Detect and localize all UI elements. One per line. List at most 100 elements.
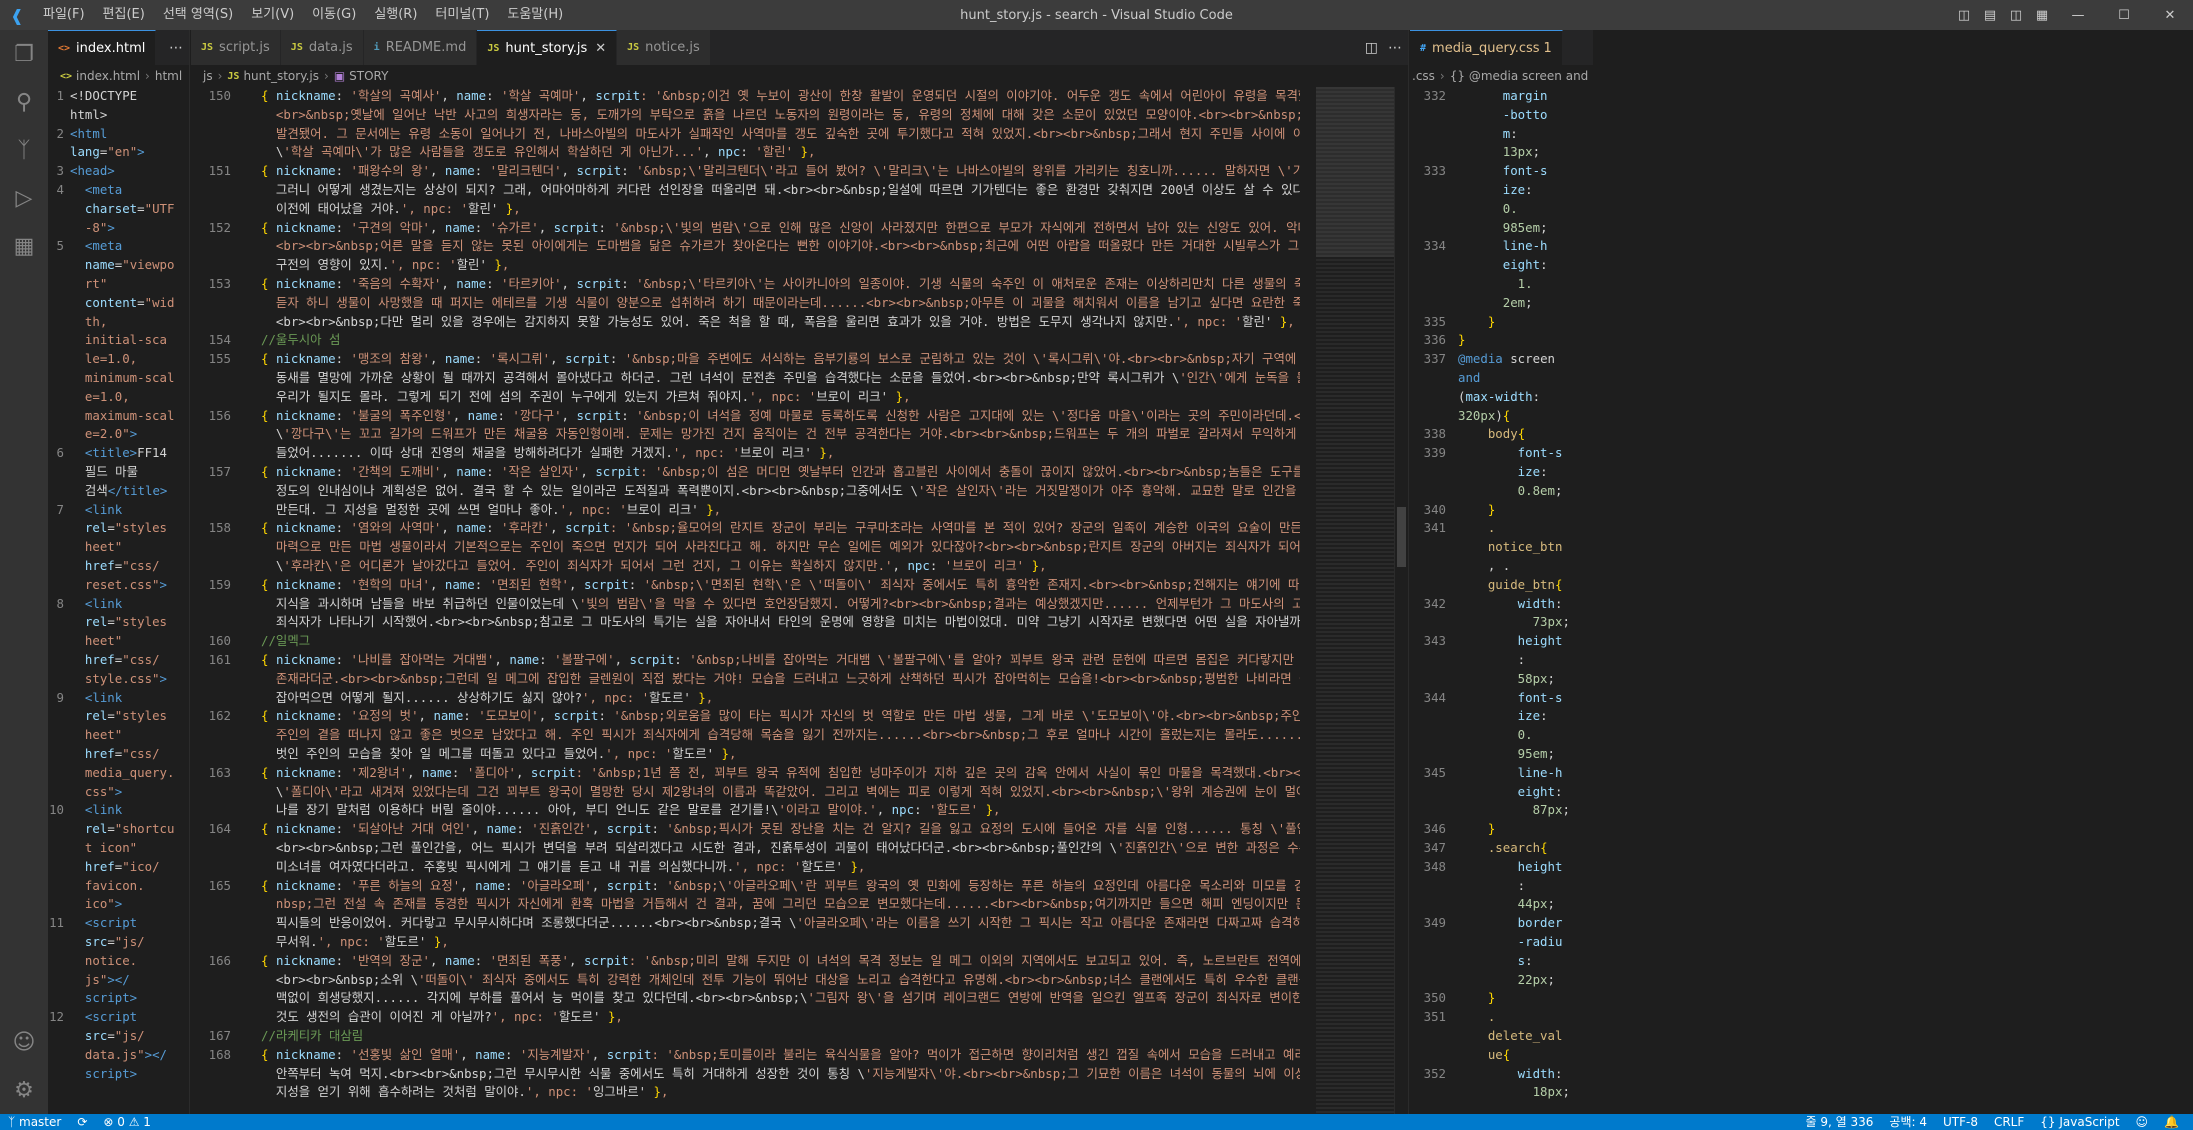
title-bar: ❰ 파일(F) 편집(E) 선택 영역(S) 보기(V) 이동(G) 실행(R) 터미널(T…: [0, 0, 2193, 30]
code-line: 1.: [1458, 275, 1593, 294]
breadcrumb-symbol[interactable]: STORY: [349, 69, 388, 83]
settings-gear-icon[interactable]: ⚙: [0, 1066, 48, 1114]
tab-notice-js[interactable]: JS notice.js: [617, 30, 711, 65]
problems-indicator[interactable]: ⊗ 0 ⚠ 1: [95, 1114, 159, 1130]
tab-script-js[interactable]: JS script.js: [191, 30, 281, 65]
menu-item[interactable]: 도움말(H): [498, 0, 572, 30]
code-line: \'학살 곡예마\'가 많은 사람들을 갱도로 유인해서 학살하던 게 아닌가.…: [261, 144, 816, 160]
right-code-area[interactable]: 332 margin -botto m: 13px; 333 font-s ize…: [1410, 87, 1593, 1114]
close-tab-icon[interactable]: ✕: [595, 41, 606, 56]
line-number: 12: [49, 1009, 64, 1025]
code-token: href: [70, 652, 115, 667]
menu-item[interactable]: 터미널(T): [426, 0, 498, 30]
code-line: <script: [70, 1008, 189, 1027]
code-line: 0.: [1458, 200, 1593, 219]
menu-item[interactable]: 편집(E): [94, 0, 154, 30]
code-token: 22px: [1458, 971, 1548, 987]
line-number: 337: [1423, 351, 1446, 367]
vertical-scrollbar[interactable]: [1394, 87, 1408, 1114]
code-line: 18px;: [1458, 1083, 1593, 1102]
line-number: 151: [208, 163, 231, 179]
code-token: 2em: [1458, 294, 1526, 310]
extensions-icon[interactable]: ▦: [0, 222, 48, 270]
code-line: 13px;: [1458, 143, 1593, 162]
menu-item[interactable]: 보기(V): [242, 0, 303, 30]
code-line: delete_val: [1458, 1027, 1593, 1046]
code-line: <br><br>&nbsp;어른 말을 듣지 않는 못된 아이에게는 도마뱀을 …: [275, 238, 1300, 254]
search-icon[interactable]: ⚲: [0, 78, 48, 126]
maximize-button[interactable]: ☐: [2101, 8, 2147, 23]
main-code-area[interactable]: 150 { nickname: '학살의 곡예사', name: '학살 곡예마'…: [191, 87, 1408, 1114]
code-token: 18px: [1458, 1084, 1563, 1100]
breadcrumb-symbol[interactable]: {} @media screen and (max-width...: [1450, 69, 1593, 83]
menu-item[interactable]: 실행(R): [365, 0, 426, 30]
code-token: .: [1458, 1009, 1496, 1025]
toggle-primary-sidebar-icon[interactable]: ◫: [1953, 8, 1975, 23]
encoding[interactable]: UTF-8: [1935, 1114, 1986, 1130]
remote-branch[interactable]: ᛉ master: [0, 1114, 69, 1130]
minimap-slider[interactable]: [1316, 87, 1394, 257]
code-comment: //울두시아 섬: [261, 332, 341, 348]
code-token: href: [70, 858, 115, 874]
line-number: 159: [208, 576, 231, 592]
breadcrumb-symbol[interactable]: html: [155, 69, 182, 83]
notifications-bell-icon[interactable]: 🔔: [2156, 1114, 2187, 1130]
more-actions-icon[interactable]: ⋯: [1388, 40, 1402, 56]
code-token: "en": [107, 144, 138, 160]
sync-icon[interactable]: ⟳: [69, 1114, 95, 1130]
code-line: <title>FF14: [70, 444, 189, 463]
toggle-secondary-sidebar-icon[interactable]: ◫: [2005, 8, 2027, 23]
code-line: style.css">: [70, 670, 189, 689]
tab-readme-md[interactable]: i README.md: [363, 30, 478, 65]
code-token: line-h: [1458, 764, 1563, 780]
code-line: { nickname: '염와의 사역마', name: '후라칸', scrp…: [261, 520, 1300, 536]
code-token: .: [1458, 520, 1496, 536]
code-line: heet": [70, 726, 189, 745]
breadcrumb-file[interactable]: .css: [1412, 69, 1435, 83]
code-token: <link: [70, 689, 123, 705]
split-editor-icon[interactable]: ◫: [1365, 40, 1378, 56]
run-debug-icon[interactable]: ▷: [0, 174, 48, 222]
toggle-panel-icon[interactable]: ▤: [1979, 8, 2001, 23]
code-line: height: [1458, 858, 1593, 877]
activity-bar: ❐ ⚲ ᛉ ▷ ▦ ☺ ⚙: [0, 30, 48, 1114]
language-mode[interactable]: {} JavaScript: [2032, 1114, 2127, 1130]
feedback-icon[interactable]: ☺: [2128, 1114, 2157, 1130]
code-line: 320px){: [1458, 407, 1593, 426]
code-token: :: [1540, 708, 1548, 724]
line-number: 333: [1423, 163, 1446, 179]
code-token: src: [70, 1028, 108, 1043]
minimize-button[interactable]: —: [2055, 8, 2101, 23]
indentation[interactable]: 공백: 4: [1881, 1114, 1935, 1130]
code-line: (max-width:: [1458, 388, 1593, 407]
menu-item[interactable]: 파일(F): [34, 0, 94, 30]
tab-hunt_story-js[interactable]: JS hunt_story.js ✕: [477, 30, 618, 65]
minimap[interactable]: [1316, 87, 1394, 1114]
code-token: 58px: [1458, 670, 1548, 686]
tab-label: notice.js: [645, 40, 700, 55]
code-line: e=2.0">: [70, 425, 189, 444]
code-token: width: [1458, 595, 1555, 611]
files-icon[interactable]: ❐: [0, 30, 48, 78]
more-actions-icon[interactable]: ⋯: [169, 40, 183, 56]
end-of-line[interactable]: CRLF: [1986, 1114, 2032, 1130]
account-icon[interactable]: ☺: [0, 1018, 48, 1066]
menu-item[interactable]: 이동(G): [303, 0, 365, 30]
customize-layout-icon[interactable]: ▦: [2031, 8, 2053, 23]
left-code-area[interactable]: 1 <!DOCTYPE html> 2 <html lang="en"> 3 <head> 4 …: [48, 87, 189, 1114]
source-control-icon[interactable]: ᛉ: [0, 126, 48, 174]
cursor-position[interactable]: 줄 9, 열 336: [1798, 1114, 1882, 1130]
menu-item[interactable]: 선택 영역(S): [154, 0, 242, 30]
code-line: { nickname: '푸른 하늘의 요정', name: '아글라오페', …: [261, 877, 1300, 893]
breadcrumb-file[interactable]: hunt_story.js: [243, 69, 319, 83]
breadcrumb-file[interactable]: index.html: [76, 69, 140, 83]
code-token: script>: [70, 1065, 138, 1081]
status-bar: ᛉ master ⟳ ⊗ 0 ⚠ 1 줄 9, 열 336 공백: 4 UTF-…: [0, 1114, 2193, 1130]
close-window-button[interactable]: ✕: [2147, 8, 2193, 23]
tab-data-js[interactable]: JS data.js: [280, 30, 364, 65]
breadcrumb-folder[interactable]: js: [203, 69, 213, 83]
tab-media-query-css[interactable]: # media_query.css 1: [1410, 30, 1563, 65]
line-number: 1: [56, 88, 64, 103]
scrollbar-thumb[interactable]: [1397, 507, 1406, 567]
tab-index-html[interactable]: <> index.html: [48, 30, 157, 65]
